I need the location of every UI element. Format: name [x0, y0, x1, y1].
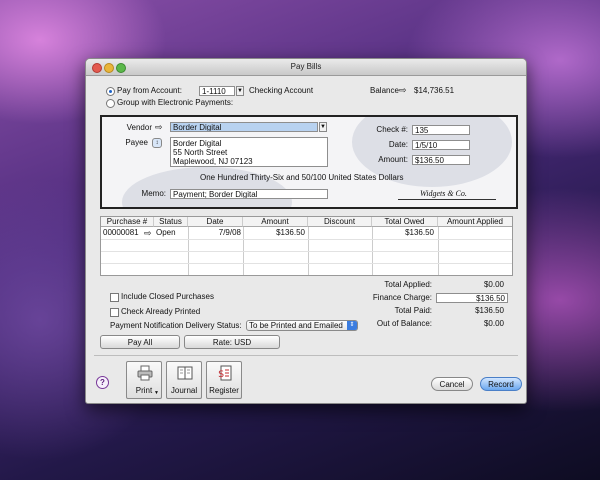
check-number-label: Check #:	[376, 125, 408, 134]
amount-field[interactable]: $136.50	[412, 155, 470, 165]
signature-text: Widgets & Co.	[420, 189, 467, 198]
pay-all-button[interactable]: Pay All	[100, 335, 180, 349]
purchase-number-cell: 00000081	[103, 228, 139, 237]
window-title: Pay Bills	[290, 62, 322, 71]
column-header[interactable]: Purchase #	[101, 217, 154, 227]
column-header[interactable]: Amount	[243, 217, 308, 227]
pay-from-account-radio[interactable]	[106, 87, 115, 96]
payee-address-field[interactable]: Border Digital 55 North Street Maplewood…	[170, 137, 328, 167]
check-printed-checkbox[interactable]	[110, 308, 119, 317]
column-header[interactable]: Discount	[308, 217, 372, 227]
register-button[interactable]: $ Register	[206, 361, 242, 399]
amount-cell: $136.50	[276, 228, 305, 237]
purchases-table: Purchase # Status Date Amount Discount T…	[100, 216, 513, 276]
out-of-balance-label: Out of Balance:	[376, 319, 432, 328]
pay-from-account-label: Pay from Account:	[117, 86, 182, 95]
rate-button[interactable]: Rate: USD	[184, 335, 280, 349]
printer-icon	[137, 365, 153, 381]
group-electronic-label: Group with Electronic Payments:	[117, 98, 234, 107]
amount-label: Amount:	[378, 155, 408, 164]
row-divider	[101, 251, 512, 252]
balance-label: Balance	[370, 86, 399, 95]
signature-line	[398, 199, 496, 200]
date-cell: 7/9/08	[218, 228, 241, 237]
column-header[interactable]: Amount Applied	[438, 217, 512, 227]
group-electronic-radio[interactable]	[106, 99, 115, 108]
date-field[interactable]: 1/5/10	[412, 140, 470, 150]
amount-applied-cell[interactable]	[440, 228, 508, 238]
notification-status-label: Payment Notification Delivery Status:	[110, 321, 242, 330]
notification-status-select[interactable]: To be Printed and Emailed ⇕	[246, 320, 358, 331]
check-printed-label: Check Already Printed	[121, 307, 201, 316]
account-number-field[interactable]: 1-1110	[199, 86, 235, 96]
finance-charge-label: Finance Charge:	[372, 293, 432, 302]
payee-line-2: 55 North Street	[173, 148, 228, 157]
total-owed-cell: $136.50	[405, 228, 434, 237]
memo-label: Memo:	[141, 189, 166, 198]
vendor-arrow-icon[interactable]: ⇨	[155, 122, 163, 132]
divider	[94, 355, 518, 356]
register-icon: $	[218, 365, 232, 381]
svg-text:$: $	[218, 369, 224, 380]
notification-status-value: To be Printed and Emailed	[249, 321, 343, 330]
memo-field[interactable]: Payment; Border Digital	[170, 189, 328, 199]
balance-value: $14,736.51	[414, 86, 455, 95]
register-label: Register	[209, 386, 239, 395]
journal-icon	[177, 366, 193, 380]
status-arrow-icon[interactable]: ⇨	[144, 228, 152, 238]
vendor-label: Vendor	[126, 123, 152, 132]
payee-stepper-icon[interactable]: ↕	[152, 138, 162, 148]
help-icon[interactable]: ?	[96, 376, 109, 389]
discount-cell[interactable]	[310, 228, 368, 238]
column-header[interactable]: Status	[154, 217, 188, 227]
cancel-button[interactable]: Cancel	[431, 377, 473, 391]
vendor-field[interactable]: Border Digital	[170, 122, 318, 132]
row-divider	[101, 263, 512, 264]
out-of-balance-value: $0.00	[483, 319, 504, 328]
payee-label: Payee	[125, 138, 148, 147]
status-cell: Open	[156, 228, 176, 237]
include-closed-checkbox[interactable]	[110, 293, 119, 302]
table-row[interactable]: 00000081 ⇨ Open 7/9/08 $136.50 $136.50	[101, 228, 512, 239]
total-applied-label: Total Applied:	[384, 280, 432, 289]
total-applied-value: $0.00	[483, 280, 504, 289]
journal-label: Journal	[170, 386, 198, 395]
column-header[interactable]: Total Owed	[372, 217, 438, 227]
title-bar: Pay Bills	[86, 59, 526, 76]
chevron-down-icon: ▼	[154, 390, 159, 396]
journal-button[interactable]: Journal	[166, 361, 202, 399]
balance-arrow-icon[interactable]: ⇨	[399, 85, 407, 95]
finance-charge-field[interactable]: $136.50	[436, 293, 508, 303]
pay-bills-window: Pay Bills Pay from Account: 1-1110 ▼ Che…	[85, 58, 527, 404]
account-lookup-icon[interactable]: ▼	[236, 86, 244, 96]
row-divider	[101, 239, 512, 240]
record-button[interactable]: Record	[480, 377, 522, 391]
check-number-field[interactable]: 135	[412, 125, 470, 135]
print-button[interactable]: Print ▼	[126, 361, 162, 399]
payee-line-1: Border Digital	[173, 139, 222, 148]
column-header[interactable]: Date	[188, 217, 243, 227]
account-name: Checking Account	[249, 86, 314, 95]
date-label: Date:	[388, 140, 408, 149]
check-panel: Vendor ⇨ Border Digital ▼ Payee ↕ Border…	[100, 115, 518, 209]
vendor-dropdown-icon[interactable]: ▼	[319, 122, 327, 132]
amount-in-words: One Hundred Thirty-Six and 50/100 United…	[200, 173, 404, 182]
total-paid-value: $136.50	[475, 306, 504, 315]
payee-line-3: Maplewood, NJ 07123	[173, 157, 253, 166]
total-paid-label: Total Paid:	[394, 306, 432, 315]
include-closed-label: Include Closed Purchases	[121, 292, 214, 301]
